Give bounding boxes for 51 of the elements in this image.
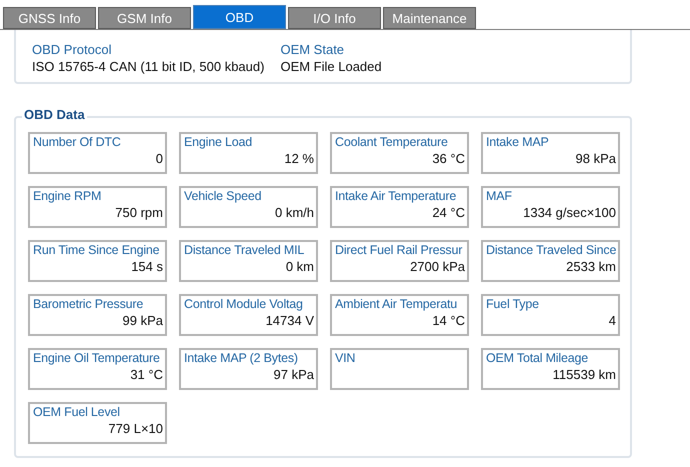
card-value: 31 °C — [130, 367, 163, 382]
card-label: Vehicle Speed — [184, 189, 262, 204]
card-label: Intake MAP (2 Bytes) — [184, 351, 299, 366]
card-value: 24 °C — [432, 205, 465, 220]
tab[interactable]: I/O Info — [288, 7, 381, 29]
tab[interactable]: OBD — [193, 5, 286, 29]
card-value: 154 s — [131, 259, 163, 274]
card-label: Distance Traveled Since — [486, 243, 616, 258]
card-label: VIN — [335, 351, 356, 366]
card-value: 97 kPa — [274, 367, 314, 382]
card-value: 750 rpm — [115, 205, 163, 220]
card-label: Number Of DTC — [33, 135, 122, 150]
card-label: Engine Load — [184, 135, 254, 150]
card-label: OEM Fuel Level — [33, 405, 121, 420]
tab[interactable]: GSM Info — [98, 7, 191, 29]
card-value: 14 °C — [432, 313, 465, 328]
card-label: Barometric Pressure — [33, 297, 144, 312]
card-value: 779 L×10 — [108, 421, 163, 436]
card-value: 1334 g/sec×100 — [523, 205, 616, 220]
card-value: 4 — [608, 313, 616, 328]
card-label: Intake Air Temperature — [335, 189, 458, 204]
card-label: Engine Oil Temperature — [33, 351, 161, 366]
tab[interactable]: Maintenance — [383, 7, 476, 29]
card-label: Run Time Since Engine — [33, 243, 160, 258]
card-value: 98 kPa — [576, 151, 616, 166]
card-value: 0 km — [286, 259, 314, 274]
card-label: Coolant Temperature — [335, 135, 449, 150]
group-title: OBD Data — [22, 107, 87, 122]
card-value: 2700 kPa — [410, 259, 465, 274]
card-label: Distance Traveled MIL — [184, 243, 306, 258]
field-value: ISO 15765-4 CAN (11 bit ID, 500 kbaud) — [32, 59, 264, 74]
card-value: 12 % — [284, 151, 314, 166]
card-value: 115539 km — [552, 367, 616, 382]
card-value: 0 km/h — [274, 205, 314, 220]
card-value: 2533 km — [566, 259, 616, 274]
card-label: Intake MAP — [486, 135, 550, 150]
card-label: Ambient Air Temperatu — [335, 297, 458, 312]
card-label: MAF — [486, 189, 513, 204]
field-value: OEM File Loaded — [280, 59, 382, 74]
card-label: Direct Fuel Rail Pressur — [335, 243, 464, 258]
card-label: Control Module Voltag — [184, 297, 304, 312]
field-label: OEM State — [280, 42, 346, 57]
card-value: 36 °C — [432, 151, 465, 166]
card-value: 14734 V — [266, 313, 314, 328]
card-label: Engine RPM — [33, 189, 102, 204]
tab[interactable]: GNSS Info — [3, 7, 96, 29]
card-label: OEM Total Mileage — [486, 351, 589, 366]
card-value: 0 — [156, 151, 163, 166]
card-value: 99 kPa — [122, 313, 163, 328]
field-label: OBD Protocol — [32, 42, 112, 57]
card-label: Fuel Type — [486, 297, 540, 312]
